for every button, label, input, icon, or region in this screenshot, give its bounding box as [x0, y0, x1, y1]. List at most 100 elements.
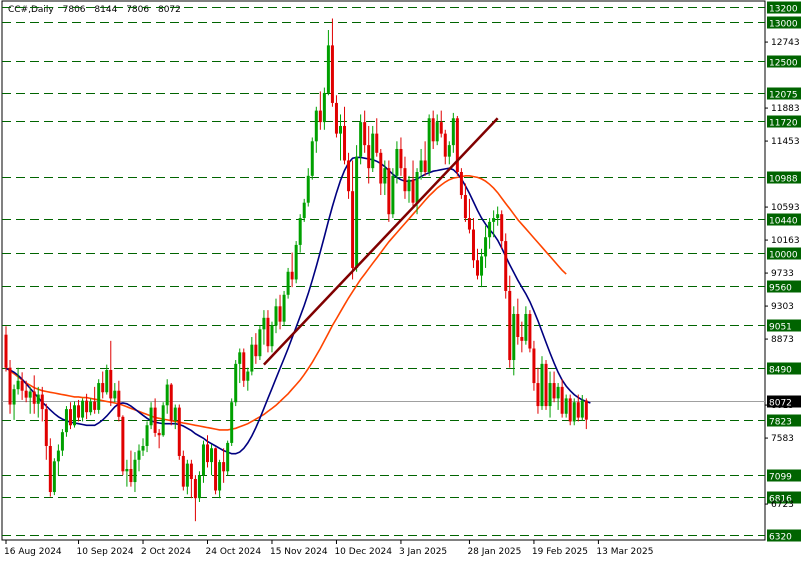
level-label: 7823 — [769, 418, 792, 428]
candle-body — [496, 214, 500, 219]
candle-body — [572, 402, 576, 422]
y-tick-label: 9733 — [771, 269, 794, 279]
candle-body — [286, 271, 290, 295]
level-label: 13000 — [769, 20, 798, 30]
candle-body — [524, 313, 528, 341]
candle-body — [145, 425, 149, 446]
candle-body — [4, 334, 8, 368]
candle-body — [153, 407, 157, 433]
candle-body — [536, 383, 540, 407]
y-tick-label: 8873 — [771, 335, 794, 345]
candle-body — [395, 148, 399, 176]
y-tick-label: 10593 — [771, 203, 800, 213]
x-tick-label: 15 Nov 2024 — [270, 547, 328, 557]
level-label: 10988 — [769, 175, 798, 185]
candle-body — [60, 432, 64, 451]
candle-body — [193, 478, 197, 499]
candle-body — [28, 391, 32, 398]
candle-body — [548, 383, 552, 407]
candle-body — [201, 444, 205, 476]
candle-body — [564, 398, 568, 414]
candle-body — [407, 179, 411, 192]
candle-body — [343, 125, 347, 161]
chart-svg[interactable]: 13200 13000 12500 12075 11720 10988 10440 10000… — [0, 0, 806, 562]
candle-body — [451, 118, 455, 146]
price-chart[interactable]: 13200 13000 12500 12075 11720 10988 10440 10000… — [0, 0, 806, 562]
candle-body — [169, 384, 173, 421]
candle-body — [443, 133, 447, 157]
candle-body — [197, 475, 201, 499]
current-price-label: 8072 — [769, 399, 792, 409]
candle-body — [383, 168, 387, 184]
candle-body — [512, 313, 516, 361]
candle-body — [322, 92, 326, 123]
x-tick-label: 2 Oct 2024 — [141, 547, 191, 557]
candle-body — [306, 175, 310, 203]
candle-body — [262, 317, 266, 330]
y-tick-label: 10163 — [771, 236, 800, 246]
candle-body — [97, 383, 101, 410]
x-tick-label: 28 Jan 2025 — [467, 547, 521, 557]
candle-body — [206, 444, 209, 463]
candle-body — [455, 118, 459, 172]
level-label: 8490 — [769, 366, 792, 376]
candle-body — [125, 469, 129, 472]
candle-body — [528, 313, 532, 349]
candle-body — [488, 221, 492, 238]
candle-body — [173, 407, 177, 421]
candle-body — [258, 329, 262, 357]
candle-body — [371, 133, 375, 169]
candle-body — [492, 218, 496, 222]
candle-body — [133, 459, 137, 483]
x-tick-label: 10 Sep 2024 — [77, 547, 134, 557]
candle-body — [439, 122, 443, 134]
candle-body — [504, 241, 508, 291]
y-tick-label: 9303 — [771, 302, 794, 312]
candle-body — [68, 409, 72, 426]
candle-body — [177, 407, 181, 456]
candle-body — [302, 202, 306, 219]
y-tick-label: 7583 — [771, 434, 794, 444]
candle-body — [326, 45, 330, 93]
candle-body — [85, 400, 89, 413]
candle-body — [234, 363, 238, 403]
candle-body — [310, 141, 314, 176]
candle-body — [189, 463, 193, 479]
candle-body — [447, 145, 451, 157]
candle-body — [560, 386, 564, 414]
candle-body — [314, 110, 318, 142]
candle-body — [81, 400, 85, 418]
candle-body — [334, 102, 338, 134]
level-label: 12075 — [769, 91, 798, 101]
candle-body — [540, 363, 544, 407]
candle-body — [101, 383, 105, 393]
candle-body — [222, 462, 226, 472]
candle-body — [12, 389, 16, 405]
candle-body — [338, 125, 342, 134]
candle-body — [93, 401, 97, 410]
candle-body — [117, 390, 121, 417]
candle-body — [129, 469, 133, 483]
slow-moving-average-line — [5, 175, 567, 431]
candle-body — [32, 391, 36, 404]
level-label: 9051 — [769, 323, 792, 333]
level-label: 10440 — [769, 217, 798, 227]
candle-body — [351, 191, 355, 268]
candle-body — [411, 179, 415, 203]
candle-body — [379, 152, 383, 184]
candle-body — [73, 405, 77, 426]
candle-body — [568, 398, 572, 422]
candle-body — [278, 306, 282, 322]
candle-body — [580, 400, 584, 418]
x-tick-label: 10 Dec 2024 — [334, 547, 392, 557]
candle-body — [56, 450, 60, 462]
candle-body — [391, 175, 395, 215]
candle-body — [552, 383, 556, 399]
candle-body — [359, 122, 363, 157]
x-tick-label: 13 Mar 2025 — [596, 547, 653, 557]
candle-body — [242, 352, 246, 381]
candle-body — [270, 325, 274, 347]
candle-body — [210, 448, 214, 463]
candle-body — [544, 363, 548, 407]
candle-body — [480, 256, 484, 276]
